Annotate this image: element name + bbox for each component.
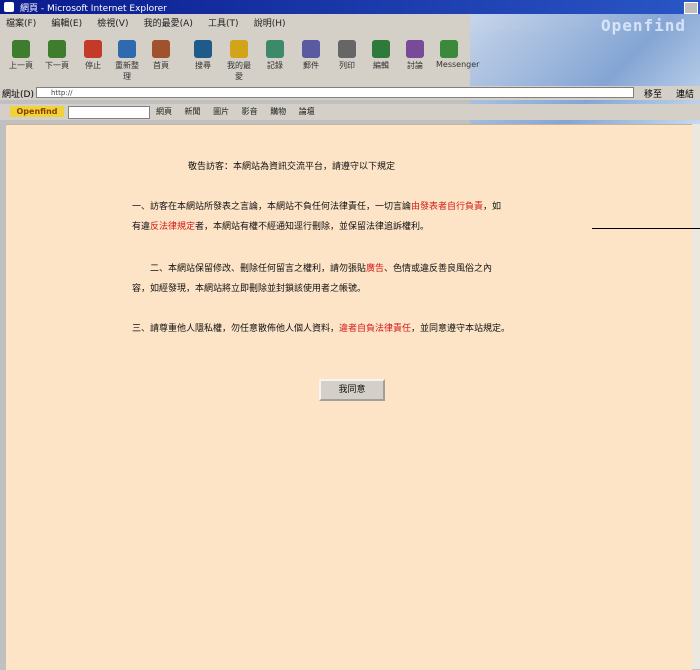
- rule-2-line-2: 容，如經發現，本網站將立即刪除並封鎖該使用者之帳號。: [132, 284, 367, 294]
- links-list: 網頁 新聞 圖片 影音 購物 論壇: [156, 106, 325, 117]
- menu-help[interactable]: 說明(H): [248, 14, 292, 31]
- go-button[interactable]: 移至: [644, 87, 662, 100]
- menu-view[interactable]: 檢視(V): [91, 14, 134, 31]
- home-icon: [152, 40, 170, 58]
- link-images[interactable]: 圖片: [213, 107, 229, 116]
- favorites-button[interactable]: 我的最愛: [226, 36, 252, 81]
- discuss-icon: [406, 40, 424, 58]
- address-bar: 網址(D) http:// 移至 連結: [0, 86, 700, 100]
- history-icon: [266, 40, 284, 58]
- search-button[interactable]: 搜尋: [190, 36, 216, 76]
- print-icon: [338, 40, 356, 58]
- window-titlebar: 網頁 - Microsoft Internet Explorer: [0, 0, 700, 14]
- favorites-icon: [230, 40, 248, 58]
- address-input[interactable]: http://: [36, 87, 634, 98]
- link-web[interactable]: 網頁: [156, 107, 172, 116]
- link-news[interactable]: 新聞: [185, 107, 201, 116]
- mail-icon: [302, 40, 320, 58]
- messenger-button[interactable]: Messenger: [436, 36, 479, 76]
- edit-icon: [372, 40, 390, 58]
- brand-text: Openfind: [600, 16, 686, 35]
- discuss-button[interactable]: 討論: [402, 36, 428, 76]
- refresh-icon: [118, 40, 136, 58]
- mail-button[interactable]: 郵件: [298, 36, 324, 76]
- menu-favorites[interactable]: 我的最愛(A): [138, 14, 199, 31]
- refresh-button[interactable]: 重新整理: [114, 36, 140, 81]
- print-button[interactable]: 列印: [334, 36, 360, 76]
- search-icon: [194, 40, 212, 58]
- rule-1-line-1: 一、訪客在本網站所發表之言論，本網站不負任何法律責任，一切言論由發表者自行負責，…: [132, 202, 502, 212]
- links-button[interactable]: 連結: [676, 87, 694, 100]
- search-toolbar-logo[interactable]: Openfind: [10, 106, 64, 117]
- close-button[interactable]: [684, 2, 698, 14]
- agree-button[interactable]: 我同意: [319, 379, 385, 401]
- ie-logo-icon: [4, 2, 14, 12]
- link-forum[interactable]: 論壇: [299, 107, 315, 116]
- toolbar-search-input[interactable]: [68, 106, 150, 119]
- menu-tools[interactable]: 工具(T): [202, 14, 245, 31]
- link-video[interactable]: 影音: [242, 107, 258, 116]
- rule-3-line: 三、請尊重他人隱私權，勿任意散佈他人個人資料，違者自負法律責任，並同意遵守本站規…: [132, 324, 511, 334]
- back-arrow-icon: [12, 40, 30, 58]
- rule-1-line-2: 有違反法律規定者，本網站有權不經通知逕行刪除，並保留法律追訴權利。: [132, 222, 430, 232]
- divider-line: [592, 228, 700, 229]
- rule-2-line-1: 二、本網站保留修改、刪除任何留言之權利，請勿張貼廣告、色情或違反善良風俗之內: [150, 264, 493, 274]
- stop-icon: [84, 40, 102, 58]
- back-button[interactable]: 上一頁: [8, 36, 34, 76]
- links-bar: Openfind 網頁 新聞 圖片 影音 購物 論壇: [0, 104, 700, 120]
- edit-button[interactable]: 編輯: [368, 36, 394, 76]
- messenger-icon: [440, 40, 458, 58]
- home-button[interactable]: 首頁: [148, 36, 174, 76]
- vertical-scrollbar[interactable]: [692, 124, 700, 669]
- stop-button[interactable]: 停止: [80, 36, 106, 76]
- notice-heading: 敬告訪客：本網站為資訊交流平台，請遵守以下規定: [188, 162, 396, 172]
- link-shopping[interactable]: 購物: [270, 107, 286, 116]
- menu-file[interactable]: 檔案(F): [0, 14, 42, 31]
- toolbar: 上一頁 下一頁 停止 重新整理 首頁 搜尋 我的最愛 記錄 郵件 列印 編輯 討…: [0, 30, 479, 90]
- window-title: 網頁 - Microsoft Internet Explorer: [20, 4, 167, 14]
- history-button[interactable]: 記錄: [262, 36, 288, 76]
- forward-arrow-icon: [48, 40, 66, 58]
- address-label: 網址(D): [2, 90, 34, 100]
- forward-button[interactable]: 下一頁: [44, 36, 70, 76]
- menu-edit[interactable]: 編輯(E): [45, 14, 88, 31]
